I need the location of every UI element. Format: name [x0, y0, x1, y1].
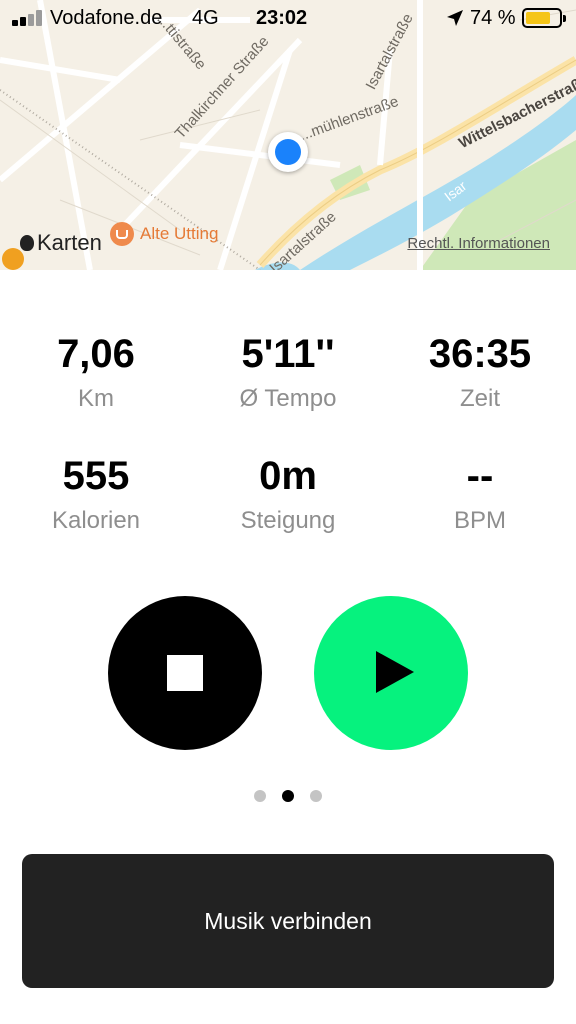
poi-label: Alte Utting — [140, 224, 219, 243]
workout-stats: 7,06 Km 5'11'' Ø Tempo 36:35 Zeit 555 Ka… — [0, 330, 576, 552]
battery-percent: 74 % — [470, 7, 516, 29]
carrier-name: Vodafone.de — [50, 7, 163, 29]
stat-distance: 7,06 Km — [0, 330, 192, 452]
maps-logo-text: Karten — [37, 230, 102, 255]
battery-icon — [522, 8, 566, 28]
page-dot[interactable] — [254, 790, 266, 802]
cafe-icon — [110, 222, 134, 246]
stat-heart-rate: -- BPM — [384, 452, 576, 552]
stat-label: Steigung — [240, 507, 336, 534]
page-dot[interactable] — [310, 790, 322, 802]
status-bar: Vodafone.de 4G 23:02 74 % — [0, 0, 576, 38]
stat-label: Kalorien — [51, 507, 141, 534]
resume-button[interactable] — [314, 596, 468, 750]
stat-value: 5'11'' — [241, 332, 335, 376]
workout-controls — [0, 596, 576, 750]
page-indicator[interactable] — [0, 790, 576, 802]
stat-label: Km — [78, 385, 114, 412]
stat-pace: 5'11'' Ø Tempo — [192, 330, 384, 452]
stat-value: 7,06 — [57, 332, 135, 376]
stat-value: 0m — [259, 454, 317, 498]
stat-value: 36:35 — [428, 332, 532, 376]
legal-info-link[interactable]: Rechtl. Informationen — [407, 235, 550, 252]
stat-label: BPM — [453, 507, 506, 534]
location-arrow-icon — [447, 10, 463, 26]
stop-icon — [167, 655, 203, 691]
network-type: 4G — [192, 7, 219, 29]
stat-value: 555 — [62, 454, 130, 498]
stat-time: 36:35 Zeit — [384, 330, 576, 452]
user-location-dot — [268, 132, 308, 172]
battery-level — [526, 12, 550, 24]
stat-label: Zeit — [459, 385, 500, 412]
stat-elevation: 0m Steigung — [192, 452, 384, 552]
stat-value: -- — [466, 454, 494, 498]
stat-label: Ø Tempo — [239, 385, 337, 412]
page-dot[interactable] — [282, 790, 294, 802]
apple-logo-icon — [20, 235, 34, 251]
status-time: 23:02 — [256, 7, 308, 29]
map-view[interactable]: Thalkirchner Straße ...mühlenstraße Isar… — [0, 0, 576, 270]
connect-music-button[interactable]: Musik verbinden — [22, 854, 554, 988]
poi-alte-utting[interactable]: Alte Utting — [110, 222, 218, 246]
stop-button[interactable] — [108, 596, 262, 750]
signal-icon — [12, 10, 46, 26]
play-icon — [376, 651, 414, 693]
stat-calories: 555 Kalorien — [0, 452, 192, 552]
maps-logo: Karten — [20, 230, 102, 256]
